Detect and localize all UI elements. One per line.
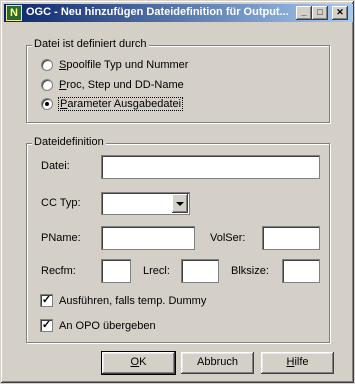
close-button[interactable]: ✕ [332, 6, 348, 20]
volser-input[interactable] [262, 226, 320, 250]
minimize-button[interactable]: _ [296, 6, 312, 20]
lrecl-input[interactable] [181, 259, 219, 283]
datei-input[interactable] [101, 155, 320, 179]
dummy-checkbox[interactable]: ✓ [40, 294, 53, 307]
opo-checkbox[interactable]: ✓ [40, 319, 53, 332]
dummy-checkbox-label: Ausführen, falls temp. Dummy [59, 294, 207, 307]
ok-button[interactable]: OK [101, 351, 176, 375]
opo-checkbox-row[interactable]: ✓ An OPO übergeben [40, 319, 156, 332]
radio-label-proc-step: Proc, Step und DD-Name [59, 79, 184, 91]
cc-typ-select[interactable] [101, 192, 190, 215]
volser-label: VolSer: [210, 232, 246, 244]
radio-button[interactable] [41, 79, 53, 91]
app-icon: N [6, 5, 22, 21]
datei-label: Datei: [41, 160, 70, 172]
radio-label-parameter: Parameter Ausgabedatei [57, 97, 184, 111]
radio-label-spoolfile: Spoolfile Typ und Nummer [59, 59, 189, 71]
source-group-label: Datei ist definiert durch [32, 38, 149, 50]
pname-label: PName: [41, 232, 81, 244]
window-title: OGC - Neu hinzufügen Dateidefinition für… [26, 6, 289, 18]
lrecl-label: Lrecl: [143, 265, 170, 277]
title-bar[interactable]: N OGC - Neu hinzufügen Dateidefinition f… [4, 4, 353, 22]
pname-input[interactable] [101, 226, 195, 250]
radio-button[interactable] [41, 59, 53, 71]
radio-spoolfile[interactable]: Spoolfile Typ und Nummer [41, 59, 188, 71]
definition-group-label: Dateidefinition [32, 136, 106, 148]
maximize-button[interactable]: □ [312, 6, 328, 20]
cancel-button[interactable]: Abbruch [181, 352, 254, 374]
ok-button-key: O [130, 356, 140, 368]
radio-button-selected[interactable] [41, 98, 53, 110]
dummy-checkbox-row[interactable]: ✓ Ausführen, falls temp. Dummy [40, 294, 206, 307]
opo-checkbox-label: An OPO übergeben [59, 319, 156, 332]
radio-proc-step[interactable]: Proc, Step und DD-Name [41, 79, 184, 91]
recfm-input[interactable] [101, 259, 131, 283]
ok-button-label: K [139, 356, 147, 368]
help-button[interactable]: Hilfe [261, 352, 334, 374]
cc-typ-label: CC Typ: [41, 197, 81, 209]
blksize-input[interactable] [282, 259, 320, 283]
recfm-label: Recfm: [41, 265, 76, 277]
chevron-down-icon[interactable] [172, 194, 188, 213]
help-button-label: ilfe [294, 356, 309, 368]
radio-parameter[interactable]: Parameter Ausgabedatei [41, 97, 184, 111]
dialog-window: N OGC - Neu hinzufügen Dateidefinition f… [0, 0, 355, 384]
blksize-label: Blksize: [231, 265, 269, 277]
